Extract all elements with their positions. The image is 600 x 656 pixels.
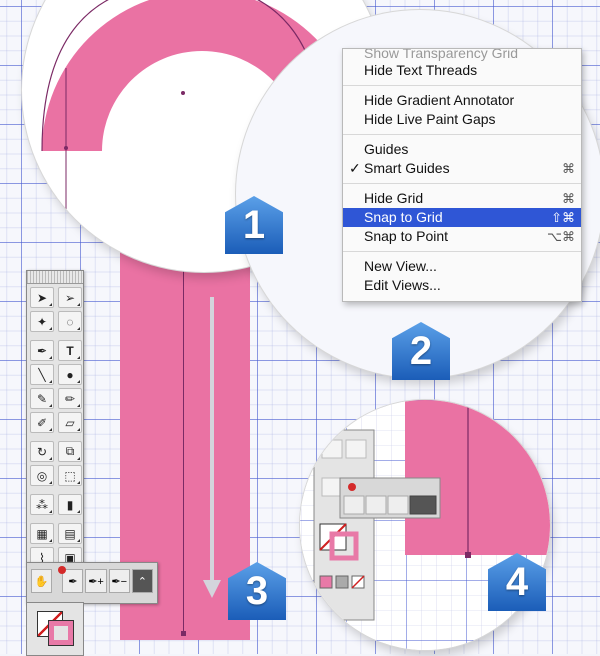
menu-item-edit-views[interactable]: Edit Views... [343, 276, 581, 295]
pen-tool-flyout: ✋ ✒ ✒+ ✒− ⌃ [26, 562, 158, 604]
lasso-icon[interactable]: ◌ [58, 311, 82, 332]
magic-wand-icon[interactable]: ✦ [30, 311, 54, 332]
menu-item-label: Hide Grid [364, 190, 424, 206]
menu-item-guides[interactable]: Guides [343, 140, 581, 159]
menu-item-label: Snap to Grid [364, 209, 443, 225]
view-menu: Show Transparency Grid Hide Text Threads… [342, 48, 582, 302]
warp-icon[interactable]: ◎ [30, 465, 54, 486]
line-icon[interactable]: ╲ [30, 364, 54, 385]
menu-item-snap-to-point[interactable]: Snap to Point ⌥⌘ [343, 227, 581, 246]
down-arrow-shaft [210, 297, 214, 587]
stroke-swatch[interactable] [48, 620, 74, 646]
shortcut-label: ⌘ [562, 191, 575, 206]
symbol-sprayer-icon[interactable]: ⁂ [30, 494, 54, 515]
menu-item-hide-gradient-annotator[interactable]: Hide Gradient Annotator [343, 91, 581, 110]
type-icon[interactable]: T [58, 340, 82, 361]
menu-divider [343, 134, 581, 135]
menu-item-smart-guides[interactable]: ✓ Smart Guides ⌘ [343, 159, 581, 178]
shortcut-label: ⇧⌘ [551, 210, 575, 225]
tools-panel: ➤ ➢ ✦ ◌ ✒ T ╲ ● ✎ ✏ ✐ ▱ ↻ ⧉ ◎ ⬚ ⁂ ▮ ▦ ▤ … [26, 270, 84, 592]
ellipse-icon[interactable]: ● [58, 364, 82, 385]
menu-item-hide-grid[interactable]: Hide Grid ⌘ [343, 189, 581, 208]
menu-divider [343, 85, 581, 86]
direct-selection-icon[interactable]: ➢ [58, 287, 82, 308]
checkmark-icon: ✓ [349, 160, 361, 176]
paintbrush-icon[interactable]: ✎ [30, 388, 54, 409]
zoom-circle-corner [300, 400, 550, 650]
eraser-icon[interactable]: ▱ [58, 412, 82, 433]
fill-stroke-panel [26, 602, 84, 656]
rotate-icon[interactable]: ↻ [30, 441, 54, 462]
menu-item-hide-text-threads[interactable]: Hide Text Threads [343, 61, 581, 80]
anchor-point[interactable] [181, 631, 186, 636]
selection-icon[interactable]: ➤ [30, 287, 54, 308]
menu-item-label: Smart Guides [364, 160, 450, 176]
scale-icon[interactable]: ⧉ [58, 441, 82, 462]
type-tool-glyph: T [66, 343, 74, 358]
pen-icon[interactable]: ✒ [62, 569, 84, 593]
pencil-icon[interactable]: ✏ [58, 388, 82, 409]
tools-panel-titlebar[interactable] [27, 271, 83, 284]
down-arrow-icon [203, 580, 221, 598]
convert-anchor-icon[interactable]: ⌃ [131, 569, 154, 593]
menu-item-hide-live-paint-gaps[interactable]: Hide Live Paint Gaps [343, 110, 581, 129]
free-transform-icon[interactable]: ⬚ [58, 465, 82, 486]
mesh-icon[interactable]: ▦ [30, 523, 54, 544]
menu-item-label: Snap to Point [364, 228, 449, 244]
menu-item-new-view[interactable]: New View... [343, 257, 581, 276]
menu-divider [343, 183, 581, 184]
pen-icon[interactable]: ✒ [30, 340, 54, 361]
menu-item-snap-to-grid[interactable]: Snap to Grid ⇧⌘ [343, 208, 581, 227]
flyout-close-icon[interactable] [58, 566, 66, 574]
menu-divider [343, 251, 581, 252]
gradient-icon[interactable]: ▤ [58, 523, 82, 544]
column-graph-icon[interactable]: ▮ [58, 494, 82, 515]
shortcut-label: ⌥⌘ [547, 229, 575, 244]
bar-path-line [183, 250, 184, 634]
corner-illustration [300, 400, 550, 650]
add-anchor-icon[interactable]: ✒+ [85, 569, 107, 593]
blob-brush-icon[interactable]: ✐ [30, 412, 54, 433]
menu-item-show-transparency[interactable]: Show Transparency Grid [343, 49, 581, 61]
delete-anchor-icon[interactable]: ✒− [108, 569, 130, 593]
shortcut-label: ⌘ [562, 161, 575, 176]
hand-icon[interactable]: ✋ [31, 569, 53, 593]
